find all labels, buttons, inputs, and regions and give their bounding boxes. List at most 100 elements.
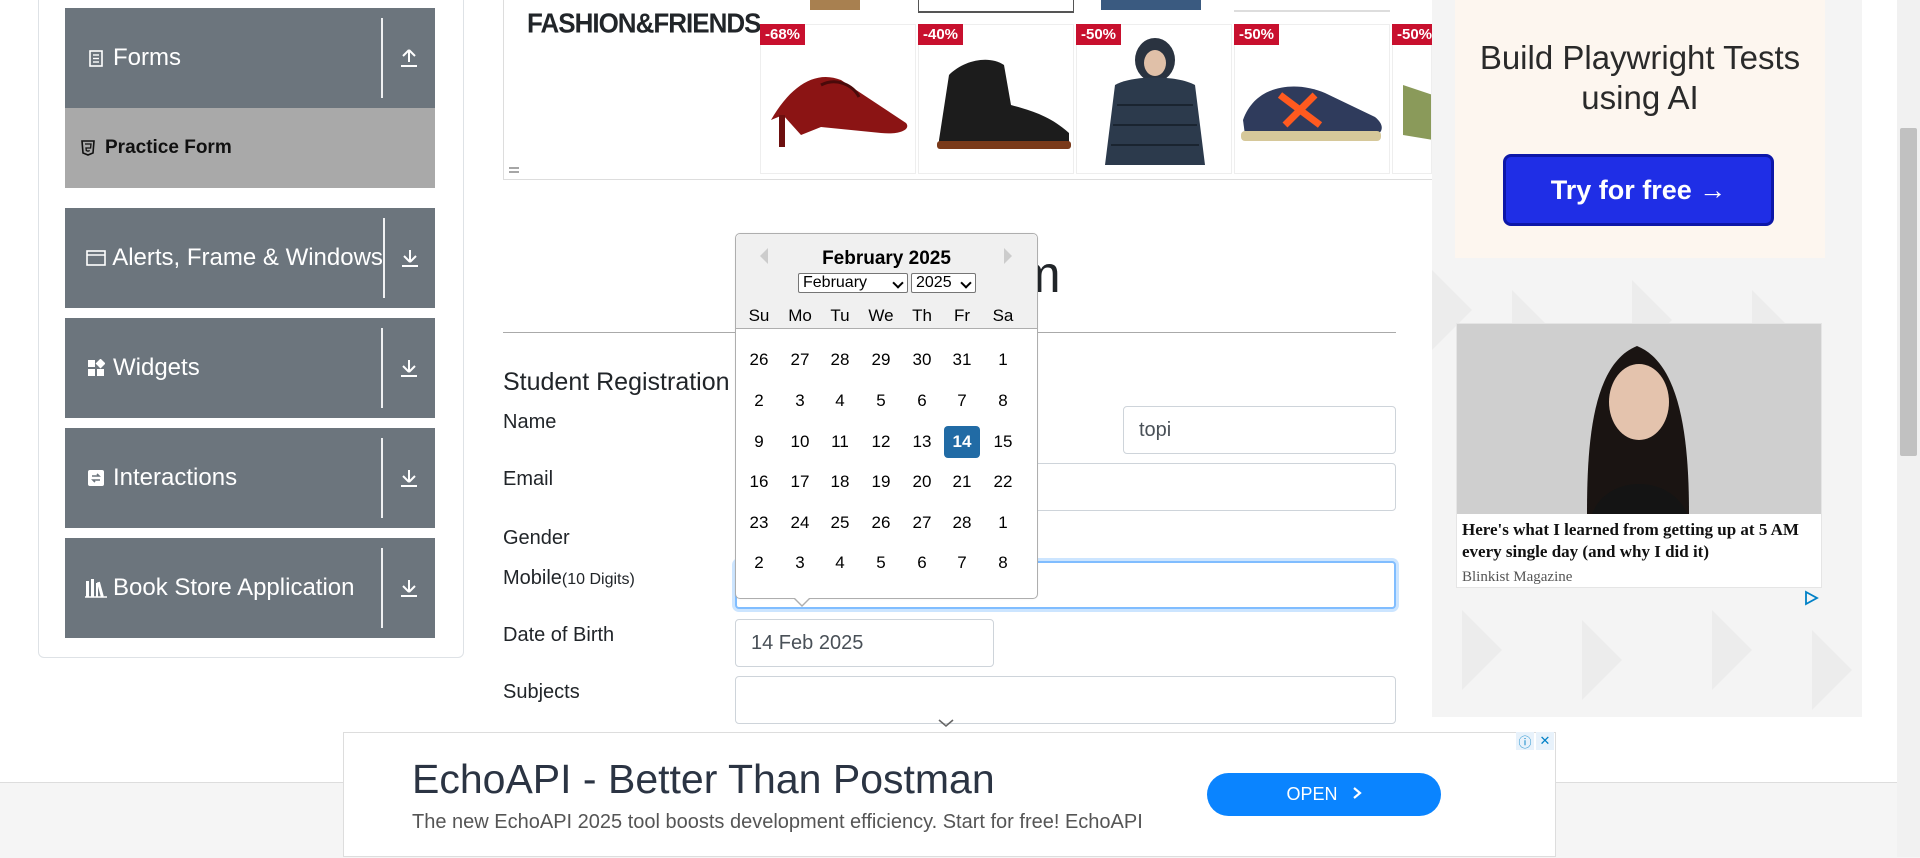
- echoapi-ad-title[interactable]: EchoAPI - Better Than Postman: [412, 756, 995, 803]
- close-icon[interactable]: ✕: [1536, 732, 1554, 750]
- calendar-day[interactable]: 27: [904, 507, 940, 539]
- calendar-day[interactable]: 4: [822, 547, 858, 579]
- calendar-day[interactable]: 28: [944, 507, 980, 539]
- ad-info-icon[interactable]: ⓘ: [1516, 732, 1534, 750]
- adchoices-icon[interactable]: [1803, 590, 1819, 606]
- sidebar-group-label: Book Store Application: [113, 574, 355, 601]
- calendar-day[interactable]: 28: [822, 344, 858, 376]
- calendar-day[interactable]: 12: [863, 426, 899, 458]
- news-ad-image[interactable]: [1457, 324, 1821, 514]
- scrollbar-thumb[interactable]: [1900, 128, 1917, 456]
- try-for-free-button[interactable]: Try for free →: [1503, 154, 1774, 226]
- news-ad-source: Blinkist Magazine: [1462, 569, 1573, 585]
- download-icon[interactable]: [383, 358, 435, 378]
- html5-icon: [81, 139, 97, 157]
- calendar-day[interactable]: 31: [944, 344, 980, 376]
- ad-menu-icon[interactable]: [508, 162, 520, 173]
- calendar-day[interactable]: 3: [782, 385, 818, 417]
- calendar-day[interactable]: 29: [863, 344, 899, 376]
- mobile-hint: (10 Digits): [561, 571, 635, 588]
- next-month-button[interactable]: [1004, 248, 1020, 264]
- calendar-day[interactable]: 23: [741, 507, 777, 539]
- calendar-day[interactable]: 30: [904, 344, 940, 376]
- form-section-title: Student Registration: [503, 368, 730, 396]
- calendar-day[interactable]: 17: [782, 466, 818, 498]
- selected-day[interactable]: 14: [944, 426, 980, 458]
- calendar-day[interactable]: 2: [741, 385, 777, 417]
- download-icon[interactable]: [385, 248, 435, 268]
- subjects-input[interactable]: [735, 676, 1396, 724]
- month-select[interactable]: February: [798, 273, 908, 293]
- gender-label: Gender: [503, 527, 570, 549]
- discount-badge: -50%: [1392, 24, 1432, 45]
- calendar-day[interactable]: 2: [741, 547, 777, 579]
- year-select[interactable]: 2025: [911, 273, 976, 293]
- product-tile[interactable]: [918, 24, 1074, 174]
- sidebar-group-alerts[interactable]: Alerts, Frame & Windows: [65, 208, 435, 308]
- current-month-label: February 2025: [822, 248, 951, 269]
- interactions-icon: [85, 467, 107, 489]
- product-tile[interactable]: [760, 24, 916, 174]
- last-name-value: topi: [1139, 418, 1172, 441]
- calendar-day[interactable]: 5: [863, 547, 899, 579]
- divider: [381, 548, 383, 628]
- product-tile[interactable]: [1076, 24, 1232, 174]
- calendar-day[interactable]: 22: [985, 466, 1021, 498]
- ad-brand-logo[interactable]: FASHION&FRIENDS: [527, 7, 761, 40]
- calendar-day[interactable]: 8: [985, 385, 1021, 417]
- calendar-day[interactable]: 15: [985, 426, 1021, 458]
- product-strip: [1076, 0, 1232, 22]
- calendar-day[interactable]: 5: [863, 385, 899, 417]
- calendar-day[interactable]: 8: [985, 547, 1021, 579]
- calendar-day[interactable]: 1: [985, 507, 1021, 539]
- divider: [381, 438, 383, 518]
- calendar-day[interactable]: 19: [863, 466, 899, 498]
- sidebar-group-book-store[interactable]: Book Store Application: [65, 538, 435, 638]
- last-name-input[interactable]: topi: [1123, 406, 1396, 454]
- calendar-day[interactable]: 26: [741, 344, 777, 376]
- chevron-down-icon[interactable]: [937, 715, 955, 733]
- year-select-value: 2025: [916, 274, 952, 291]
- sidebar-item-practice-form[interactable]: Practice Form: [65, 108, 435, 188]
- calendar-day[interactable]: 10: [782, 426, 818, 458]
- date-picker-popup[interactable]: February 2025 February 2025 Su Mo Tu We Th Fr…: [735, 233, 1038, 599]
- calendar-day[interactable]: 27: [782, 344, 818, 376]
- calendar-day[interactable]: 24: [782, 507, 818, 539]
- download-icon[interactable]: [383, 468, 435, 488]
- calendar-day[interactable]: 4: [822, 385, 858, 417]
- calendar-day[interactable]: 7: [944, 385, 980, 417]
- calendar-day[interactable]: 6: [904, 547, 940, 579]
- calendar-day[interactable]: 26: [863, 507, 899, 539]
- upload-icon[interactable]: [383, 48, 435, 68]
- calendar-day[interactable]: 16: [741, 466, 777, 498]
- sidebar-group-widgets[interactable]: Widgets: [65, 318, 435, 418]
- open-button[interactable]: OPEN: [1207, 773, 1441, 816]
- date-of-birth-input[interactable]: 14 Feb 2025: [735, 619, 994, 667]
- calendar-day[interactable]: 21: [944, 466, 980, 498]
- weekday-label: Th: [912, 306, 932, 325]
- divider: [382, 218, 385, 298]
- calendar-day[interactable]: 7: [944, 547, 980, 579]
- calendar-day[interactable]: 9: [741, 426, 777, 458]
- sidebar-group-forms[interactable]: Forms: [65, 8, 435, 108]
- discount-badge: -68%: [760, 24, 806, 45]
- calendar-day[interactable]: 13: [904, 426, 940, 458]
- sidebar-item-label: Practice Form: [105, 137, 232, 158]
- document-icon: [85, 47, 107, 69]
- divider: [381, 18, 383, 98]
- name-label: Name: [503, 411, 557, 433]
- weekday-label: Fr: [953, 306, 971, 325]
- sidebar-group-interactions[interactable]: Interactions: [65, 428, 435, 528]
- calendar-day[interactable]: 20: [904, 466, 940, 498]
- calendar-day[interactable]: 18: [822, 466, 858, 498]
- calendar-day[interactable]: 25: [822, 507, 858, 539]
- calendar-day[interactable]: 3: [782, 547, 818, 579]
- product-tile[interactable]: [1234, 24, 1390, 174]
- calendar-day[interactable]: 11: [822, 426, 858, 458]
- calendar-day[interactable]: 1: [985, 344, 1021, 376]
- download-icon[interactable]: [383, 578, 435, 598]
- calendar-day[interactable]: 6: [904, 385, 940, 417]
- jacket-image: [1105, 38, 1205, 165]
- product-tile[interactable]: [1392, 24, 1432, 174]
- news-ad-headline[interactable]: Here's what I learned from getting up at…: [1462, 519, 1818, 563]
